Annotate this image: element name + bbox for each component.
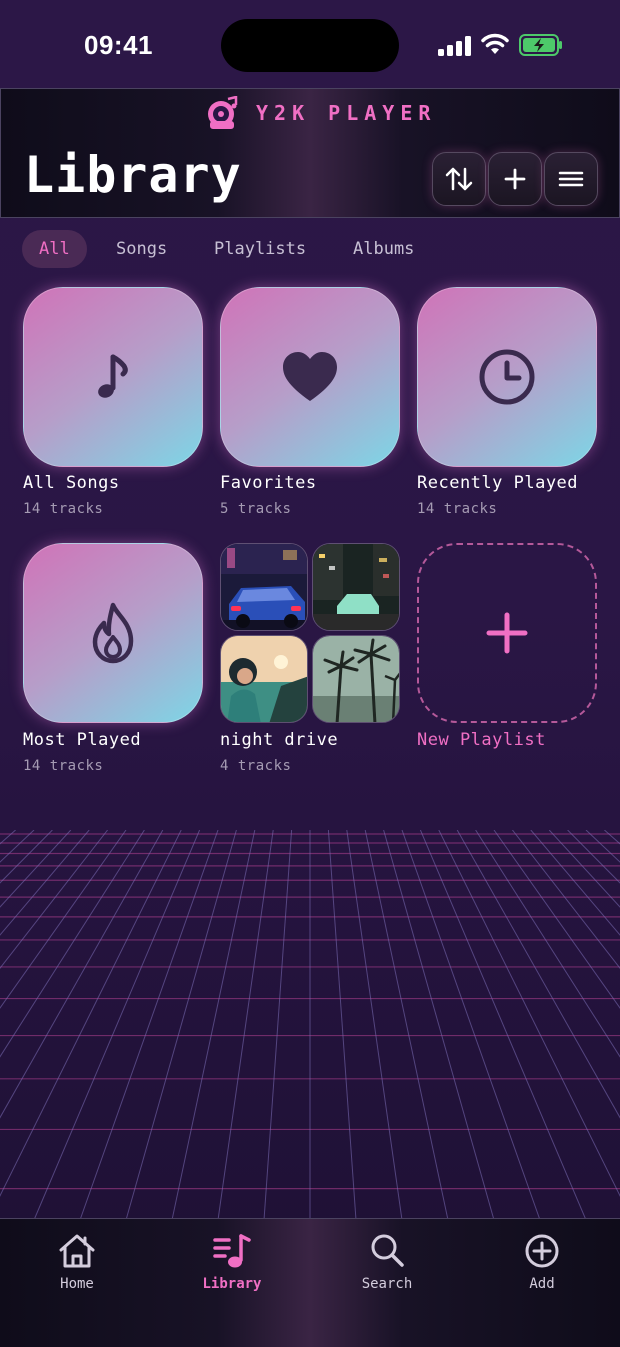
home-icon: [59, 1234, 95, 1268]
tab-home[interactable]: Home: [22, 1232, 132, 1292]
status-bar: 09:41: [0, 0, 620, 88]
all-songs-tile[interactable]: [23, 287, 203, 467]
tab-label: Home: [60, 1276, 94, 1292]
playlist-cover-thumbnail: [220, 543, 308, 631]
tab-label: Add: [529, 1276, 555, 1292]
new-playlist-button[interactable]: [417, 543, 597, 723]
tab-search[interactable]: Search: [332, 1232, 442, 1292]
dynamic-island: [221, 19, 399, 72]
page-title: Library: [24, 146, 242, 204]
most-played-tile[interactable]: [23, 543, 203, 723]
library-icon: [213, 1234, 251, 1268]
tile-name: Favorites: [220, 473, 317, 493]
flame-icon: [92, 602, 134, 664]
search-icon: [371, 1234, 404, 1267]
cellular-signal-icon: [438, 36, 471, 56]
playlist-cover-thumbnail: [312, 635, 400, 723]
tile-count: 14 tracks: [23, 501, 104, 517]
tile-count: 5 tracks: [220, 501, 292, 517]
tab-library[interactable]: Library: [177, 1232, 287, 1292]
menu-icon: [558, 171, 584, 187]
tile-name: night drive: [220, 730, 339, 750]
tab-label: Library: [202, 1276, 262, 1292]
playlist-cover-thumbnail: [220, 635, 308, 723]
wifi-icon: [481, 33, 509, 54]
brand-name: Y2K PLAYER: [256, 101, 437, 125]
tile-count: 14 tracks: [23, 758, 104, 774]
filter-tab-songs[interactable]: Songs: [116, 230, 167, 268]
plus-icon: [504, 168, 526, 190]
sort-arrows-icon: [445, 167, 473, 191]
add-button[interactable]: [488, 152, 542, 206]
menu-button[interactable]: [544, 152, 598, 206]
status-time: 09:41: [84, 30, 153, 60]
favorites-tile[interactable]: [220, 287, 400, 467]
filter-tab-albums[interactable]: Albums: [353, 230, 414, 268]
retro-grid-background: [0, 830, 620, 1220]
clock-icon: [479, 349, 535, 405]
tab-add[interactable]: Add: [487, 1232, 597, 1292]
new-playlist-label: New Playlist: [417, 730, 546, 750]
heart-icon: [283, 352, 337, 401]
filter-tab-playlists[interactable]: Playlists: [214, 230, 306, 268]
tile-name: Most Played: [23, 730, 142, 750]
tile-name: All Songs: [23, 473, 120, 493]
sort-button[interactable]: [432, 152, 486, 206]
add-circle-icon: [525, 1234, 559, 1268]
plus-icon: [486, 612, 528, 654]
battery-icon: [519, 34, 562, 56]
night-drive-playlist-tile[interactable]: [220, 543, 400, 723]
tile-count: 14 tracks: [417, 501, 498, 517]
tile-count: 4 tracks: [220, 758, 292, 774]
music-note-icon: [98, 354, 128, 398]
tile-name: Recently Played: [417, 473, 579, 493]
tab-label: Search: [361, 1276, 413, 1292]
playlist-cover-thumbnail: [312, 543, 400, 631]
recently-played-tile[interactable]: [417, 287, 597, 467]
brand-logo-icon: [208, 96, 238, 129]
brand: Y2K PLAYER: [206, 96, 436, 130]
filter-tab-all[interactable]: All: [22, 230, 87, 268]
